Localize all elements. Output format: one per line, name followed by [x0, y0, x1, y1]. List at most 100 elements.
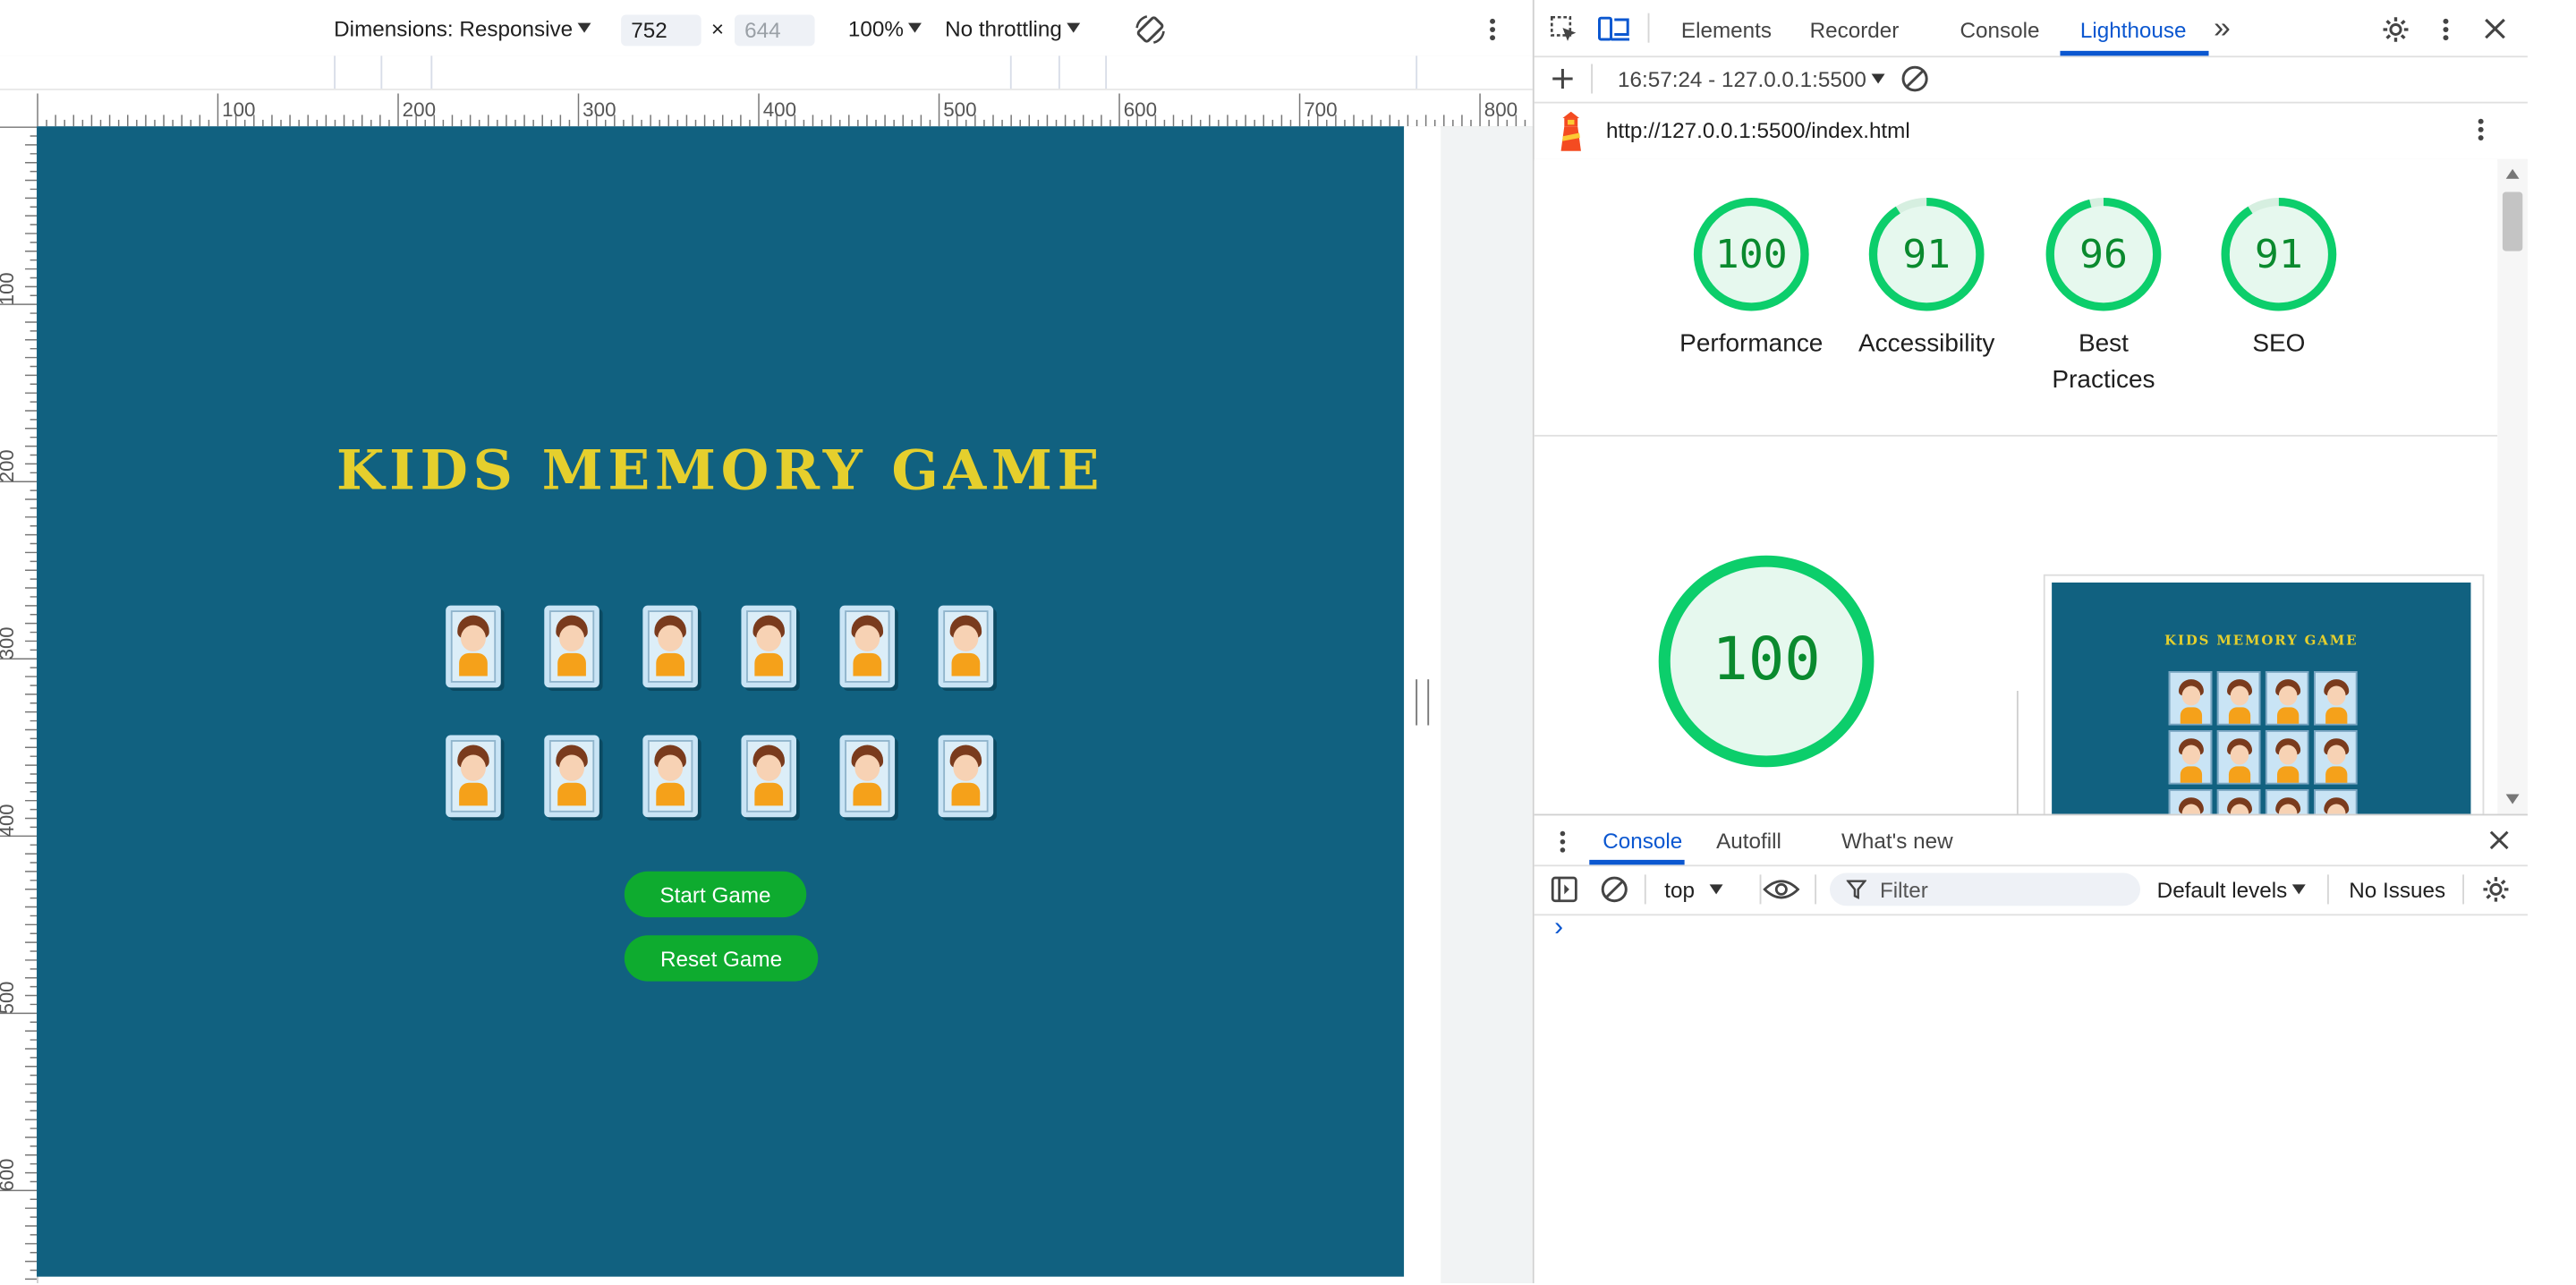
memory-card[interactable] — [446, 605, 501, 688]
seo-score: 91 — [2254, 231, 2303, 277]
inspect-element-icon[interactable] — [1550, 15, 1580, 45]
girl-face — [953, 625, 979, 652]
live-expression-eye-icon[interactable] — [1763, 876, 1800, 902]
ruler-label: 100 — [0, 272, 19, 306]
screenshot-card — [2168, 671, 2213, 726]
girl-face — [953, 754, 979, 781]
times-sign: × — [710, 16, 725, 41]
girl-body — [951, 652, 981, 677]
scroll-down-icon[interactable] — [2505, 794, 2520, 804]
scroll-thumb[interactable] — [2502, 191, 2523, 251]
issues-counter[interactable]: No Issues — [2349, 878, 2445, 903]
close-drawer-icon[interactable] — [2489, 830, 2509, 850]
report-menu-icon[interactable] — [2472, 116, 2489, 142]
screenshot-card — [2216, 671, 2261, 726]
memory-card[interactable] — [938, 605, 994, 688]
report-scrollbar[interactable] — [2497, 158, 2528, 814]
console-prompt[interactable]: › — [1554, 914, 1563, 943]
girl-face — [559, 754, 585, 781]
log-levels-dropdown[interactable]: Default levels — [2157, 878, 2306, 903]
device-toggle-icon[interactable] — [1597, 15, 1631, 45]
girl-face — [559, 625, 585, 652]
performance-big-score: 100 — [1712, 626, 1821, 694]
memory-card[interactable] — [446, 735, 501, 818]
start-game-button[interactable]: Start Game — [624, 871, 807, 918]
report-selector[interactable]: 16:57:24 - 127.0.0.1:5500 — [1618, 67, 1885, 92]
more-tabs-icon[interactable]: » — [2214, 12, 2231, 47]
seo-gauge[interactable]: 91 — [2221, 197, 2338, 311]
console-settings-icon[interactable] — [2481, 874, 2512, 904]
ruler-label: 700 — [1304, 98, 1338, 122]
memory-card[interactable] — [741, 735, 797, 818]
rotate-icon[interactable] — [1134, 13, 1167, 47]
performance-label: Performance — [1679, 329, 1824, 358]
clear-reports-icon[interactable] — [1900, 64, 1930, 94]
best-practices-label: Best Practices — [2052, 329, 2155, 395]
ruler-label: 500 — [943, 98, 977, 122]
accessibility-gauge[interactable]: 91 — [1868, 197, 1985, 311]
media-query-bar[interactable] — [0, 55, 1533, 90]
context-selector[interactable]: top — [1664, 878, 1723, 903]
section-divider — [1534, 434, 2498, 437]
drawer-menu-icon[interactable] — [1558, 829, 1568, 855]
drawer-tab-console[interactable]: Console — [1603, 829, 1682, 854]
tab-elements[interactable]: Elements — [1681, 18, 1772, 43]
seo-label: SEO — [2252, 329, 2306, 358]
memory-card[interactable] — [544, 605, 599, 688]
scroll-up-icon[interactable] — [2505, 168, 2520, 179]
girl-body — [459, 652, 488, 677]
drawer-tab-whats-new[interactable]: What's new — [1841, 829, 1953, 854]
girl-body — [656, 652, 684, 677]
best-practices-gauge[interactable]: 96 — [2045, 197, 2163, 311]
devtools-panel: Elements Recorder Console Lighthouse » 1… — [1532, 0, 2528, 1285]
screenshot-title: KIDS MEMORY GAME — [2164, 631, 2359, 649]
ruler-label: 100 — [222, 98, 256, 122]
filter-icon — [1846, 880, 1867, 899]
best-practices-score: 96 — [2079, 231, 2128, 277]
girl-face — [854, 625, 880, 652]
final-screenshot[interactable]: KIDS MEMORY GAME — [2043, 574, 2485, 814]
performance-gauge[interactable]: 100 — [1693, 197, 1810, 311]
tab-lighthouse[interactable]: Lighthouse — [2080, 18, 2187, 43]
screenshot-card — [2265, 671, 2309, 726]
memory-card[interactable] — [544, 735, 599, 818]
screenshot-card — [2168, 730, 2213, 785]
new-report-icon[interactable] — [1551, 67, 1574, 90]
audited-url[interactable]: http://127.0.0.1:5500/index.html — [1606, 118, 1910, 143]
clear-console-icon[interactable] — [1599, 874, 1629, 904]
girl-face — [658, 625, 684, 652]
devtools-tabbar: Elements Recorder Console Lighthouse » — [1534, 0, 2528, 58]
dimensions-dropdown[interactable]: Dimensions: Responsive — [334, 16, 591, 41]
ruler-label: 200 — [402, 98, 437, 122]
girl-face — [460, 754, 486, 781]
zoom-dropdown[interactable]: 100% — [848, 16, 922, 41]
memory-card[interactable] — [741, 605, 797, 688]
screenshot-card — [2314, 730, 2358, 785]
memory-card[interactable] — [642, 605, 698, 688]
console-filter-input[interactable]: Filter — [1829, 872, 2141, 906]
tab-recorder[interactable]: Recorder — [1810, 18, 1900, 43]
reset-game-button[interactable]: Reset Game — [624, 935, 819, 982]
throttling-dropdown[interactable]: No throttling — [945, 16, 1081, 41]
ruler-label: 400 — [762, 98, 797, 122]
memory-card[interactable] — [839, 735, 896, 818]
height-input[interactable]: 644 — [734, 14, 815, 47]
settings-icon[interactable] — [2381, 15, 2411, 45]
resize-handle[interactable] — [1416, 679, 1430, 726]
close-devtools-icon[interactable] — [2484, 18, 2505, 39]
girl-face — [756, 754, 782, 781]
sidebar-toggle-icon[interactable] — [1551, 876, 1577, 903]
tab-console[interactable]: Console — [1960, 18, 2040, 43]
ruler-label: 500 — [0, 981, 19, 1015]
accessibility-score: 91 — [1902, 231, 1951, 277]
memory-card[interactable] — [839, 605, 896, 688]
drawer-tab-autofill[interactable]: Autofill — [1716, 829, 1781, 854]
lighthouse-url-bar: http://127.0.0.1:5500/index.html — [1534, 102, 2528, 161]
width-input[interactable]: 752 — [621, 14, 701, 47]
more-options-icon[interactable] — [1484, 16, 1501, 42]
memory-card[interactable] — [642, 735, 698, 818]
accessibility-label: Accessibility — [1858, 329, 1995, 358]
customize-devtools-icon[interactable] — [2437, 16, 2454, 42]
ruler-label: 600 — [0, 1158, 19, 1192]
memory-card[interactable] — [938, 735, 994, 818]
